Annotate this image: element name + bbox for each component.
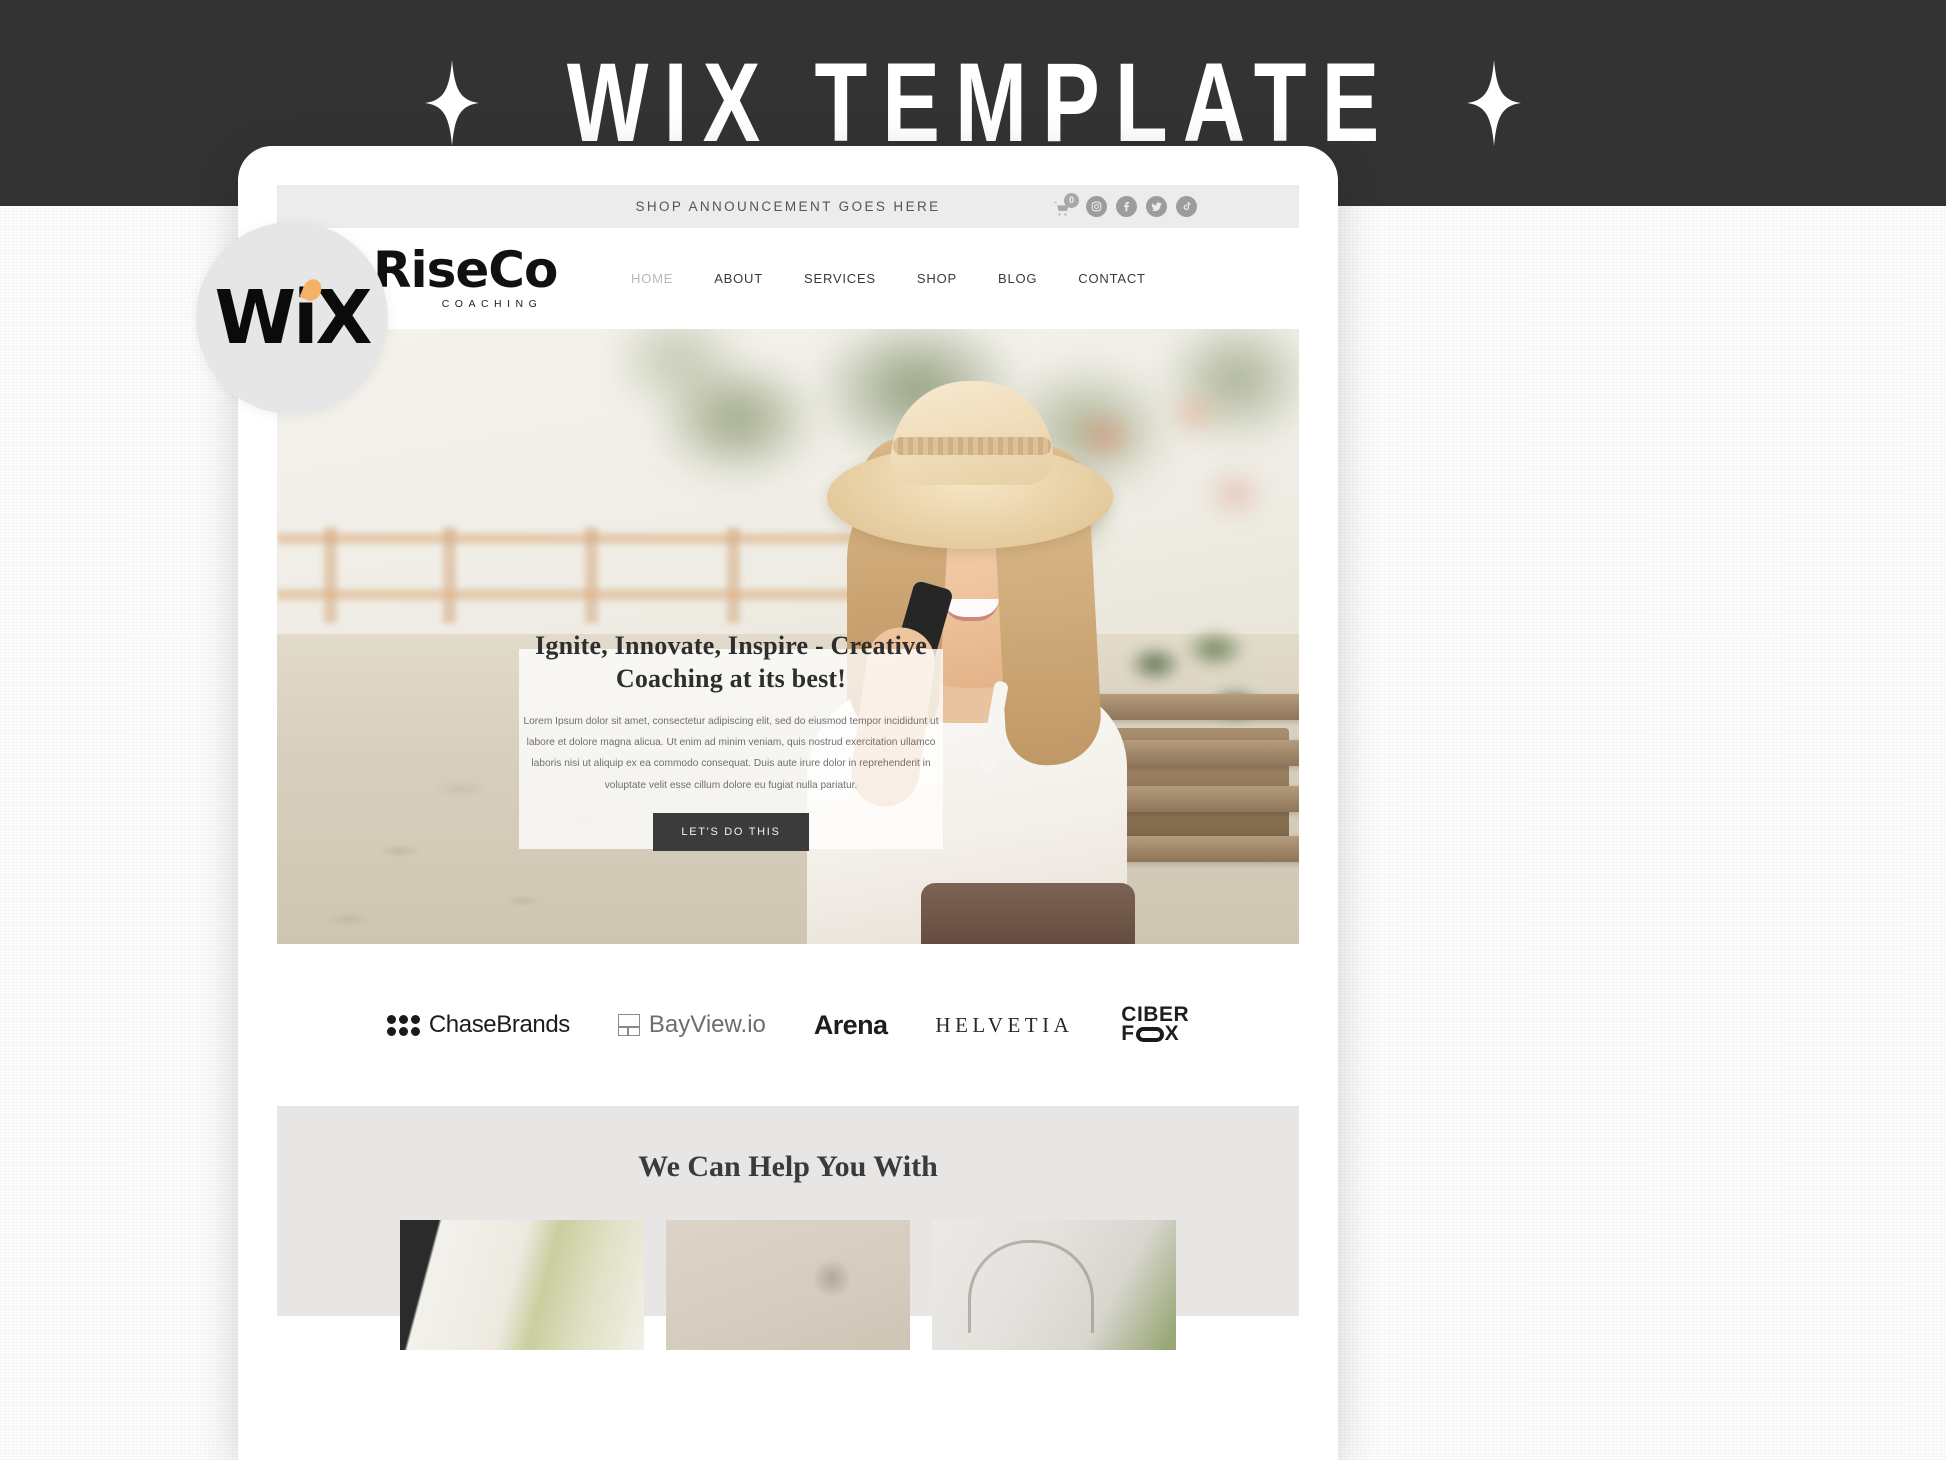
site-header: RiseCo COACHING HOME ABOUT SERVICES SHOP… [277, 228, 1299, 329]
oval-o-icon [1135, 1026, 1164, 1042]
sparkle-icon [425, 60, 479, 146]
facebook-icon[interactable] [1116, 196, 1137, 217]
brand-name-line2: FX [1121, 1022, 1180, 1045]
cart-icon[interactable]: 0 [1051, 192, 1079, 218]
twitter-icon[interactable] [1146, 196, 1167, 217]
brand-logo-helvetia: HELVETIA [935, 1013, 1073, 1038]
brand-logo-bayview: BayView.io [617, 1011, 766, 1039]
tablet-mockup: SHOP ANNOUNCEMENT GOES HERE 0 RiseCo COA… [238, 146, 1338, 1460]
nav-item-contact[interactable]: CONTACT [1078, 271, 1145, 286]
brand-name: HELVETIA [935, 1012, 1074, 1037]
brand-logo-strip: ChaseBrands BayView.io Arena HELVETIA CI… [277, 944, 1299, 1106]
brand-name: ChaseBrands [428, 1011, 570, 1038]
website-screen: SHOP ANNOUNCEMENT GOES HERE 0 RiseCo COA… [277, 185, 1299, 1460]
instagram-icon[interactable] [1086, 196, 1107, 217]
brand-logo-arena: Arena [814, 1010, 888, 1041]
dot-grid-icon [386, 1014, 420, 1036]
hero-section: Ignite, Innovate, Inspire - Creative Coa… [277, 329, 1299, 944]
nav-item-services[interactable]: SERVICES [804, 271, 876, 286]
logo-name: RiseCo [373, 241, 558, 300]
nav-item-shop[interactable]: SHOP [917, 271, 957, 286]
help-card-1[interactable] [400, 1220, 644, 1350]
nav-item-blog[interactable]: BLOG [998, 271, 1037, 286]
brand-logo-ciberfox: CIBER FX [1121, 1004, 1189, 1045]
brand-name: BayView.io [648, 1011, 766, 1038]
help-card-2[interactable] [666, 1220, 910, 1350]
social-icon-row: 0 [1051, 192, 1197, 218]
logo-tagline: COACHING [441, 297, 543, 310]
promo-banner-title: WIX TEMPLATE [566, 40, 1395, 166]
nav-item-about[interactable]: ABOUT [714, 271, 763, 286]
cart-count-badge: 0 [1064, 192, 1079, 208]
wix-logo-text: WiX [214, 275, 372, 361]
hero-paragraph: Lorem Ipsum dolor sit amet, consectetur … [523, 715, 939, 791]
sparkle-icon [1467, 60, 1521, 146]
square-window-icon [617, 1014, 640, 1036]
nav-item-home[interactable]: HOME [631, 271, 673, 286]
help-card-list [277, 1220, 1299, 1350]
announcement-text: SHOP ANNOUNCEMENT GOES HERE [635, 199, 941, 214]
hero-cta-button[interactable]: LET'S DO THIS [653, 813, 809, 852]
main-navigation: HOME ABOUT SERVICES SHOP BLOG CONTACT [631, 271, 1146, 286]
wix-badge: WiX [196, 222, 388, 414]
hero-content: Ignite, Innovate, Inspire - Creative Coa… [495, 629, 967, 852]
announcement-bar: SHOP ANNOUNCEMENT GOES HERE 0 [277, 185, 1299, 228]
site-logo[interactable]: RiseCo COACHING [373, 241, 593, 310]
brand-logo-chasebrands: ChaseBrands [386, 1011, 570, 1039]
help-card-3[interactable] [932, 1220, 1176, 1350]
tiktok-icon[interactable] [1176, 196, 1197, 217]
help-section: We Can Help You With [277, 1106, 1299, 1350]
hero-heading: Ignite, Innovate, Inspire - Creative Coa… [535, 631, 927, 694]
brand-name: Arena [813, 1009, 888, 1040]
help-section-title: We Can Help You With [638, 1150, 938, 1183]
